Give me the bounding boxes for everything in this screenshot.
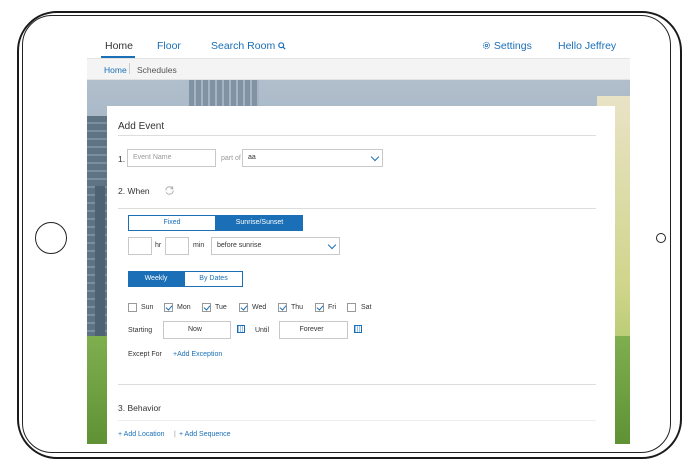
calendar-icon[interactable] bbox=[237, 325, 245, 333]
add-exception-link[interactable]: +Add Exception bbox=[173, 351, 222, 358]
part-of-select[interactable]: aa bbox=[242, 149, 383, 167]
day-label-thu: Thu bbox=[291, 304, 304, 311]
checkbox-wed[interactable] bbox=[239, 303, 248, 312]
refresh-icon[interactable] bbox=[164, 185, 175, 196]
offset-select[interactable]: before sunrise bbox=[211, 237, 340, 255]
day-label-sun: Sun bbox=[141, 304, 154, 311]
starting-input[interactable]: Now bbox=[163, 321, 231, 339]
min-label: min bbox=[193, 242, 205, 249]
hr-label: hr bbox=[155, 242, 162, 249]
top-navbar: Home Floor Search Room Settings Hello Je… bbox=[87, 36, 630, 59]
day-label-fri: Fri bbox=[328, 304, 337, 311]
background-building bbox=[189, 76, 259, 106]
add-location-link[interactable]: + Add Location bbox=[118, 431, 165, 438]
day-label-mon: Mon bbox=[177, 304, 191, 311]
breadcrumb: Home Schedules bbox=[87, 59, 630, 80]
checkbox-tue[interactable] bbox=[202, 303, 211, 312]
breadcrumb-home[interactable]: Home bbox=[104, 65, 127, 75]
link-separator: | bbox=[174, 431, 176, 438]
checkbox-thu[interactable] bbox=[278, 303, 287, 312]
chevron-down-icon bbox=[327, 240, 337, 250]
calendar-icon[interactable] bbox=[354, 325, 362, 333]
gear-icon bbox=[482, 41, 491, 50]
chevron-down-icon bbox=[370, 152, 380, 162]
tab-weekly[interactable]: Weekly bbox=[128, 271, 184, 287]
tablet-camera bbox=[656, 233, 666, 243]
search-icon bbox=[278, 42, 286, 50]
breadcrumb-separator bbox=[129, 63, 130, 74]
page-title: Add Event bbox=[118, 121, 165, 132]
checkbox-fri[interactable] bbox=[315, 303, 324, 312]
checkbox-sat[interactable] bbox=[347, 303, 356, 312]
divider bbox=[118, 208, 596, 209]
nav-floor[interactable]: Floor bbox=[157, 40, 181, 52]
nav-search-room[interactable]: Search Room bbox=[211, 40, 286, 52]
add-event-panel: Add Event 1. Event Name part of aa 2. Wh… bbox=[107, 106, 615, 444]
day-label-tue: Tue bbox=[215, 304, 227, 311]
step-3-label: 3. Behavior bbox=[118, 403, 161, 413]
part-of-value: aa bbox=[248, 154, 256, 161]
breadcrumb-schedules[interactable]: Schedules bbox=[137, 65, 177, 75]
nav-search-room-label: Search Room bbox=[211, 40, 276, 52]
until-label: Until bbox=[255, 327, 270, 334]
divider bbox=[118, 135, 596, 136]
offset-value: before sunrise bbox=[217, 242, 262, 249]
nav-active-indicator bbox=[101, 56, 135, 58]
nav-settings[interactable]: Settings bbox=[482, 40, 532, 52]
minutes-input[interactable] bbox=[165, 237, 189, 255]
day-label-sat: Sat bbox=[361, 304, 372, 311]
event-name-placeholder: Event Name bbox=[133, 154, 172, 161]
step-1-label: 1. bbox=[118, 154, 126, 164]
tab-sunrise-sunset[interactable]: Sunrise/Sunset bbox=[216, 215, 303, 231]
until-input[interactable]: Forever bbox=[279, 321, 348, 339]
app-screen: Home Floor Search Room Settings Hello Je… bbox=[87, 36, 630, 444]
part-of-label: part of bbox=[221, 155, 241, 162]
add-sequence-link[interactable]: + Add Sequence bbox=[179, 431, 231, 438]
day-label-wed: Wed bbox=[252, 304, 267, 311]
tab-by-dates[interactable]: By Dates bbox=[184, 271, 243, 287]
event-name-input[interactable]: Event Name bbox=[127, 149, 216, 167]
checkbox-sun[interactable] bbox=[128, 303, 137, 312]
checkbox-mon[interactable] bbox=[164, 303, 173, 312]
starting-label: Starting bbox=[128, 327, 153, 334]
tablet-home-button bbox=[35, 222, 67, 254]
until-value: Forever bbox=[299, 326, 324, 333]
step-2-label: 2. When bbox=[118, 186, 150, 196]
nav-settings-label: Settings bbox=[493, 40, 532, 52]
divider bbox=[118, 420, 596, 421]
starting-value: Now bbox=[187, 326, 202, 333]
except-for-label: Except For bbox=[128, 351, 162, 358]
divider bbox=[118, 384, 596, 385]
tab-fixed[interactable]: Fixed bbox=[128, 215, 216, 231]
hours-input[interactable] bbox=[128, 237, 152, 255]
nav-home[interactable]: Home bbox=[105, 40, 133, 52]
user-greeting[interactable]: Hello Jeffrey bbox=[558, 40, 616, 52]
